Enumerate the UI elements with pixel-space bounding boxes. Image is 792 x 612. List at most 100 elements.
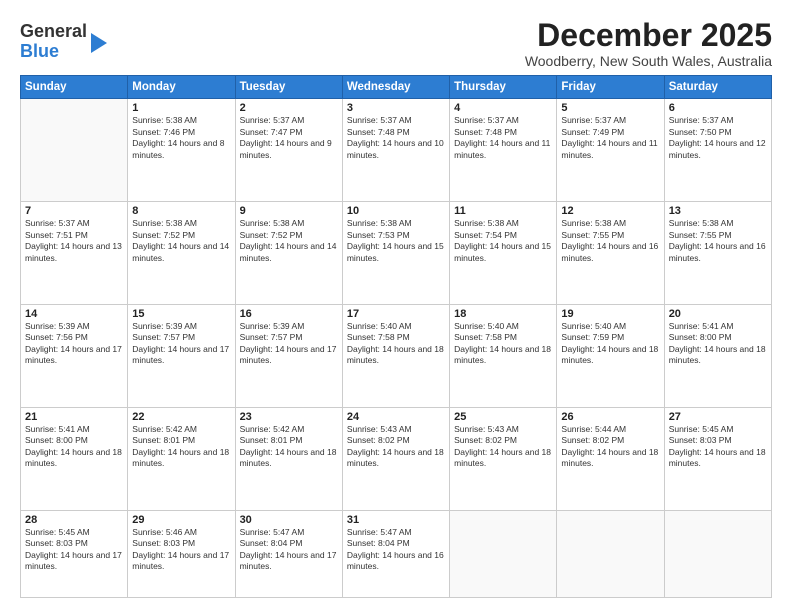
table-row: 4Sunrise: 5:37 AMSunset: 7:48 PMDaylight…: [450, 99, 557, 202]
day-number: 31: [347, 514, 445, 526]
day-info: Sunrise: 5:42 AMSunset: 8:01 PMDaylight:…: [240, 424, 338, 470]
day-number: 1: [132, 102, 230, 114]
col-friday: Friday: [557, 76, 664, 99]
day-info: Sunrise: 5:38 AMSunset: 7:55 PMDaylight:…: [669, 218, 767, 264]
day-number: 30: [240, 514, 338, 526]
day-number: 22: [132, 411, 230, 423]
calendar-week-row: 7Sunrise: 5:37 AMSunset: 7:51 PMDaylight…: [21, 202, 772, 305]
day-number: 21: [25, 411, 123, 423]
day-number: 24: [347, 411, 445, 423]
day-number: 4: [454, 102, 552, 114]
table-row: 23Sunrise: 5:42 AMSunset: 8:01 PMDayligh…: [235, 407, 342, 510]
day-number: 18: [454, 308, 552, 320]
page-subtitle: Woodberry, New South Wales, Australia: [525, 53, 772, 69]
day-number: 26: [561, 411, 659, 423]
day-info: Sunrise: 5:37 AMSunset: 7:48 PMDaylight:…: [347, 115, 445, 161]
table-row: 21Sunrise: 5:41 AMSunset: 8:00 PMDayligh…: [21, 407, 128, 510]
table-row: 10Sunrise: 5:38 AMSunset: 7:53 PMDayligh…: [342, 202, 449, 305]
table-row: 19Sunrise: 5:40 AMSunset: 7:59 PMDayligh…: [557, 305, 664, 408]
day-number: 8: [132, 205, 230, 217]
table-row: 12Sunrise: 5:38 AMSunset: 7:55 PMDayligh…: [557, 202, 664, 305]
day-info: Sunrise: 5:40 AMSunset: 7:58 PMDaylight:…: [347, 321, 445, 367]
table-row: 22Sunrise: 5:42 AMSunset: 8:01 PMDayligh…: [128, 407, 235, 510]
day-number: 28: [25, 514, 123, 526]
table-row: [21, 99, 128, 202]
table-row: 28Sunrise: 5:45 AMSunset: 8:03 PMDayligh…: [21, 510, 128, 597]
col-wednesday: Wednesday: [342, 76, 449, 99]
day-info: Sunrise: 5:38 AMSunset: 7:46 PMDaylight:…: [132, 115, 230, 161]
calendar-table: Sunday Monday Tuesday Wednesday Thursday…: [20, 75, 772, 598]
day-number: 27: [669, 411, 767, 423]
logo-arrow-icon: [91, 33, 107, 53]
day-number: 17: [347, 308, 445, 320]
calendar-header-row: Sunday Monday Tuesday Wednesday Thursday…: [21, 76, 772, 99]
table-row: 14Sunrise: 5:39 AMSunset: 7:56 PMDayligh…: [21, 305, 128, 408]
day-number: 29: [132, 514, 230, 526]
day-info: Sunrise: 5:38 AMSunset: 7:55 PMDaylight:…: [561, 218, 659, 264]
logo-blue: Blue: [20, 42, 87, 62]
table-row: 30Sunrise: 5:47 AMSunset: 8:04 PMDayligh…: [235, 510, 342, 597]
table-row: 15Sunrise: 5:39 AMSunset: 7:57 PMDayligh…: [128, 305, 235, 408]
day-info: Sunrise: 5:37 AMSunset: 7:47 PMDaylight:…: [240, 115, 338, 161]
table-row: 9Sunrise: 5:38 AMSunset: 7:52 PMDaylight…: [235, 202, 342, 305]
day-number: 19: [561, 308, 659, 320]
day-info: Sunrise: 5:39 AMSunset: 7:57 PMDaylight:…: [240, 321, 338, 367]
page-title: December 2025: [525, 18, 772, 53]
table-row: [664, 510, 771, 597]
day-info: Sunrise: 5:43 AMSunset: 8:02 PMDaylight:…: [454, 424, 552, 470]
day-info: Sunrise: 5:37 AMSunset: 7:51 PMDaylight:…: [25, 218, 123, 264]
page: General Blue December 2025 Woodberry, Ne…: [0, 0, 792, 612]
header: General Blue December 2025 Woodberry, Ne…: [20, 18, 772, 69]
table-row: 18Sunrise: 5:40 AMSunset: 7:58 PMDayligh…: [450, 305, 557, 408]
col-tuesday: Tuesday: [235, 76, 342, 99]
col-saturday: Saturday: [664, 76, 771, 99]
table-row: [557, 510, 664, 597]
day-info: Sunrise: 5:47 AMSunset: 8:04 PMDaylight:…: [240, 527, 338, 573]
col-thursday: Thursday: [450, 76, 557, 99]
calendar-week-row: 28Sunrise: 5:45 AMSunset: 8:03 PMDayligh…: [21, 510, 772, 597]
day-number: 16: [240, 308, 338, 320]
table-row: 6Sunrise: 5:37 AMSunset: 7:50 PMDaylight…: [664, 99, 771, 202]
day-number: 5: [561, 102, 659, 114]
day-info: Sunrise: 5:47 AMSunset: 8:04 PMDaylight:…: [347, 527, 445, 573]
day-number: 23: [240, 411, 338, 423]
logo-text: General Blue: [20, 22, 87, 62]
table-row: 25Sunrise: 5:43 AMSunset: 8:02 PMDayligh…: [450, 407, 557, 510]
table-row: 3Sunrise: 5:37 AMSunset: 7:48 PMDaylight…: [342, 99, 449, 202]
calendar-week-row: 21Sunrise: 5:41 AMSunset: 8:00 PMDayligh…: [21, 407, 772, 510]
day-number: 12: [561, 205, 659, 217]
table-row: 20Sunrise: 5:41 AMSunset: 8:00 PMDayligh…: [664, 305, 771, 408]
day-info: Sunrise: 5:45 AMSunset: 8:03 PMDaylight:…: [669, 424, 767, 470]
day-info: Sunrise: 5:45 AMSunset: 8:03 PMDaylight:…: [25, 527, 123, 573]
col-sunday: Sunday: [21, 76, 128, 99]
col-monday: Monday: [128, 76, 235, 99]
logo: General Blue: [20, 22, 107, 62]
day-info: Sunrise: 5:40 AMSunset: 7:58 PMDaylight:…: [454, 321, 552, 367]
day-info: Sunrise: 5:46 AMSunset: 8:03 PMDaylight:…: [132, 527, 230, 573]
logo-general: General: [20, 22, 87, 42]
day-number: 2: [240, 102, 338, 114]
table-row: 26Sunrise: 5:44 AMSunset: 8:02 PMDayligh…: [557, 407, 664, 510]
day-number: 11: [454, 205, 552, 217]
day-number: 13: [669, 205, 767, 217]
table-row: 13Sunrise: 5:38 AMSunset: 7:55 PMDayligh…: [664, 202, 771, 305]
day-info: Sunrise: 5:37 AMSunset: 7:50 PMDaylight:…: [669, 115, 767, 161]
table-row: 5Sunrise: 5:37 AMSunset: 7:49 PMDaylight…: [557, 99, 664, 202]
day-number: 25: [454, 411, 552, 423]
day-info: Sunrise: 5:38 AMSunset: 7:52 PMDaylight:…: [240, 218, 338, 264]
table-row: 8Sunrise: 5:38 AMSunset: 7:52 PMDaylight…: [128, 202, 235, 305]
day-info: Sunrise: 5:39 AMSunset: 7:57 PMDaylight:…: [132, 321, 230, 367]
day-info: Sunrise: 5:38 AMSunset: 7:53 PMDaylight:…: [347, 218, 445, 264]
calendar-week-row: 1Sunrise: 5:38 AMSunset: 7:46 PMDaylight…: [21, 99, 772, 202]
day-info: Sunrise: 5:37 AMSunset: 7:49 PMDaylight:…: [561, 115, 659, 161]
table-row: 24Sunrise: 5:43 AMSunset: 8:02 PMDayligh…: [342, 407, 449, 510]
day-info: Sunrise: 5:38 AMSunset: 7:52 PMDaylight:…: [132, 218, 230, 264]
day-info: Sunrise: 5:43 AMSunset: 8:02 PMDaylight:…: [347, 424, 445, 470]
day-info: Sunrise: 5:42 AMSunset: 8:01 PMDaylight:…: [132, 424, 230, 470]
table-row: 11Sunrise: 5:38 AMSunset: 7:54 PMDayligh…: [450, 202, 557, 305]
table-row: 1Sunrise: 5:38 AMSunset: 7:46 PMDaylight…: [128, 99, 235, 202]
table-row: [450, 510, 557, 597]
table-row: 17Sunrise: 5:40 AMSunset: 7:58 PMDayligh…: [342, 305, 449, 408]
day-number: 3: [347, 102, 445, 114]
day-info: Sunrise: 5:37 AMSunset: 7:48 PMDaylight:…: [454, 115, 552, 161]
